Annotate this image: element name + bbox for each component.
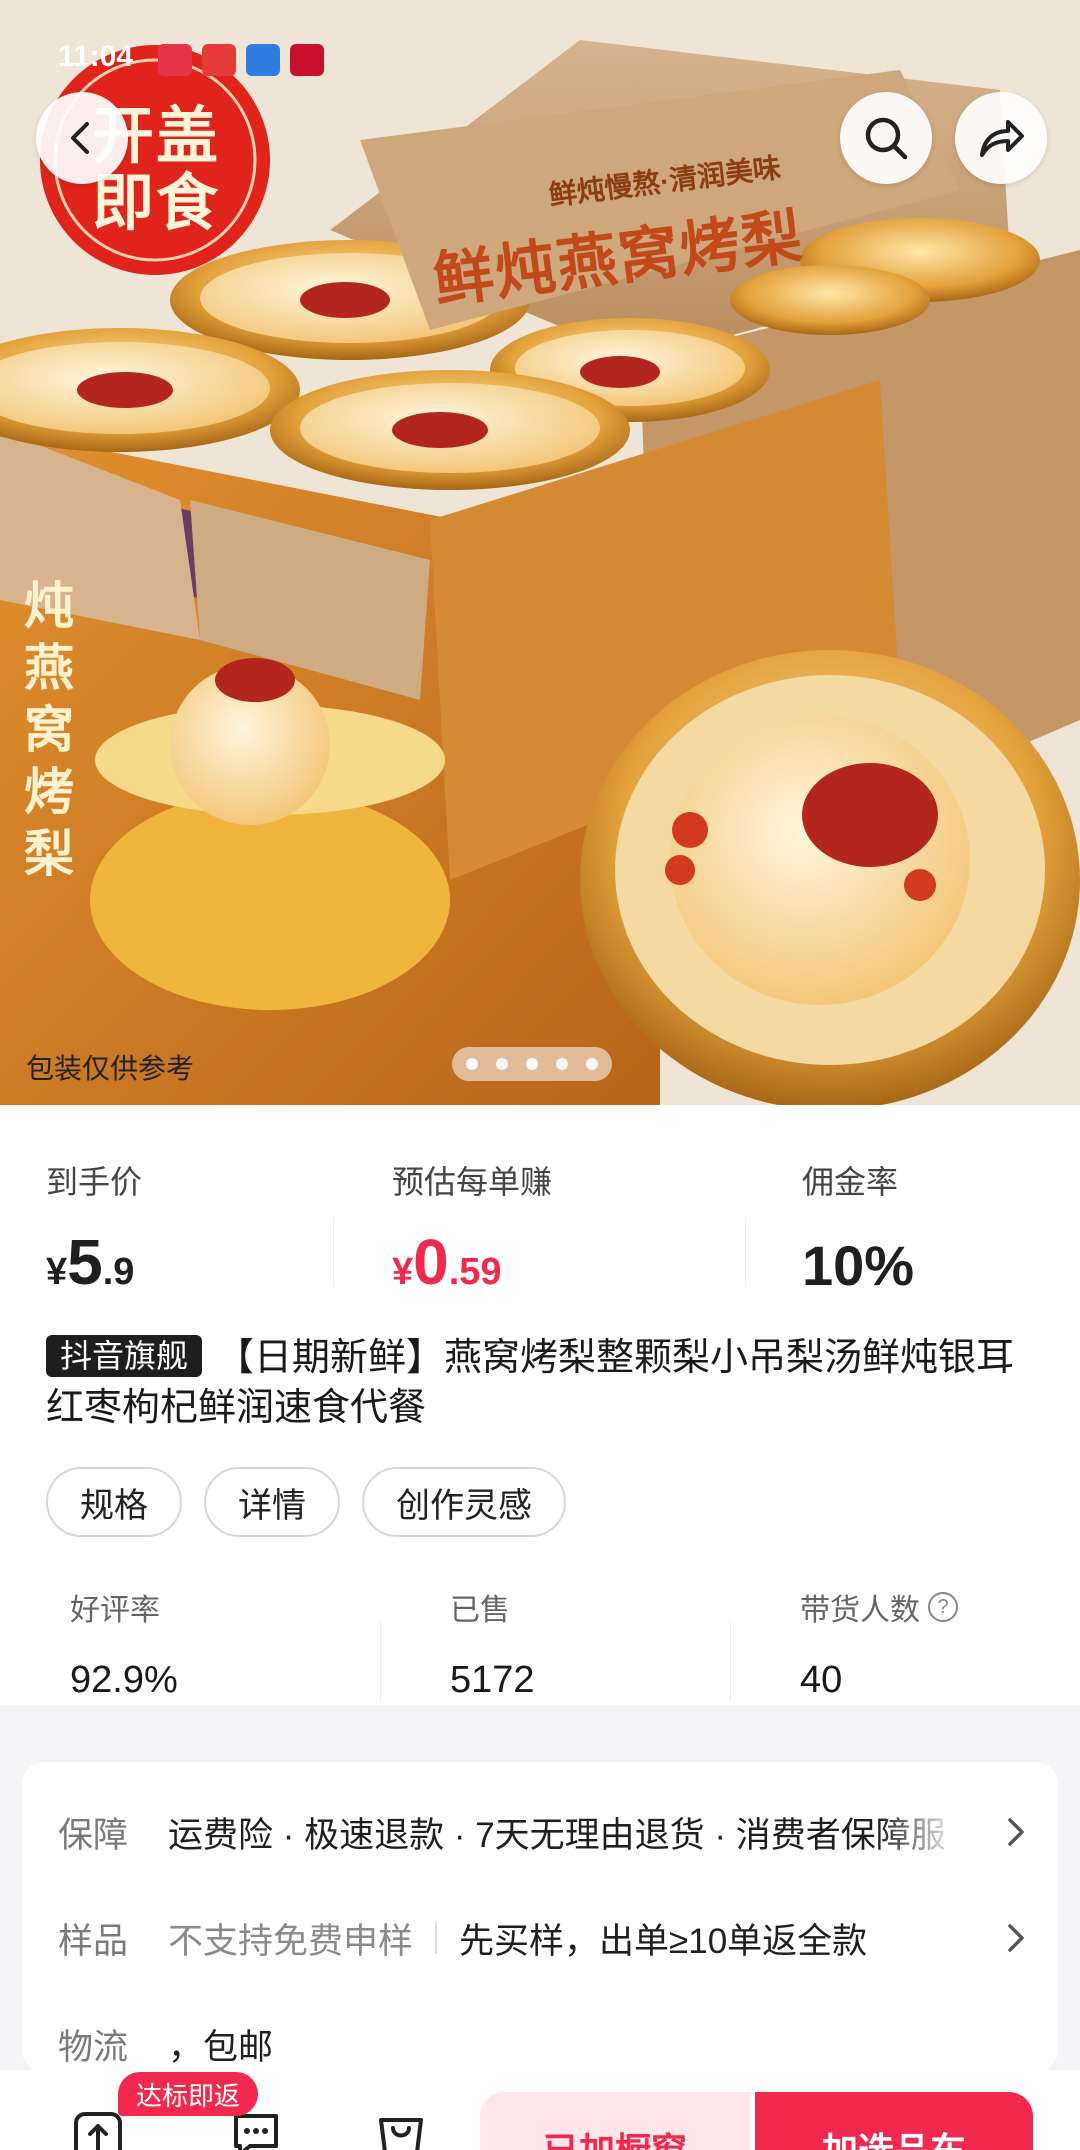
service-guarantee-card: 保障 运费险 · 极速退款 · 7天无理由退货 · 消费者保障服 样品 不支持免…: [22, 1762, 1058, 2072]
price-row: 到手价 ¥5.9 预估每单赚 ¥0.59 佣金率 10%: [0, 1157, 1080, 1299]
details-chip[interactable]: 详情: [204, 1467, 340, 1537]
divider: [333, 1217, 334, 1287]
final-price-block: 到手价 ¥5.9: [46, 1157, 142, 1299]
divider: [745, 1217, 746, 1287]
carousel-dot-active: [466, 1058, 478, 1070]
sold-value: 5172: [450, 1659, 535, 1701]
creative-inspiration-chip[interactable]: 创作灵感: [362, 1467, 566, 1537]
app-notification-icon: [202, 44, 236, 76]
logistics-row[interactable]: 物流 ，包邮: [58, 2014, 273, 2074]
logistics-key: 物流: [58, 2027, 129, 2067]
product-image-carousel[interactable]: 开盖 即食 鲜炖慢熬·清润美味 鲜炖燕窝烤梨 炖燕窝烤梨 11:04 包装仅供参…: [0, 0, 1080, 1105]
guarantee-value: 运费险 · 极速退款 · 7天无理由退货 · 消费者保障服: [168, 1815, 946, 1855]
carousel-dot: [496, 1058, 508, 1070]
sellers-stat: 带货人数 ? 40: [800, 1585, 958, 1702]
chevron-left-icon: [71, 122, 89, 154]
carousel-indicator[interactable]: [452, 1047, 612, 1081]
rating-value: 92.9%: [70, 1659, 178, 1701]
guarantee-row[interactable]: 保障 运费险 · 极速退款 · 7天无理由退货 · 消费者保障服: [58, 1802, 958, 1862]
app-notification-icon: [246, 44, 280, 76]
carousel-dot: [586, 1058, 598, 1070]
product-title: 抖音旗舰 【日期新鲜】燕窝烤梨整颗梨小吊梨汤鲜炖银耳红枣枸杞鲜润速食代餐: [46, 1333, 1046, 1433]
upload-icon[interactable]: [72, 2106, 124, 2150]
divider: [380, 1621, 381, 1701]
price-decimal: .59: [448, 1251, 502, 1293]
guarantee-key: 保障: [58, 1815, 129, 1855]
stats-row: 好评率 92.9% 已售 5172 带货人数 ? 40: [0, 1585, 1080, 1701]
earn-per-order-label: 预估每单赚: [392, 1164, 553, 1200]
added-to-showcase-button[interactable]: 已加橱窗: [480, 2092, 750, 2150]
product-info-card: 到手价 ¥5.9 预估每单赚 ¥0.59 佣金率 10% 抖音旗舰 【日期新鲜】燕…: [0, 1105, 1080, 1705]
earn-per-order-block: 预估每单赚 ¥0.59: [392, 1157, 552, 1299]
box-side-text: 炖燕窝烤梨: [24, 576, 74, 883]
carousel-dot: [556, 1058, 568, 1070]
final-price-value: ¥5.9: [46, 1225, 142, 1299]
app-notification-icon: [158, 44, 192, 76]
carousel-dot: [526, 1058, 538, 1070]
rebate-badge: 达标即返: [118, 2072, 259, 2116]
add-to-selection-cart-button[interactable]: 加选品车: [755, 2092, 1033, 2150]
sold-label: 已售: [450, 1594, 510, 1627]
sellers-value: 40: [800, 1659, 843, 1701]
final-price-label: 到手价: [46, 1164, 143, 1200]
commission-label: 佣金率: [802, 1164, 899, 1200]
commission-block: 佣金率 10%: [802, 1157, 914, 1298]
sold-stat: 已售 5172: [450, 1585, 535, 1702]
price-decimal: .9: [102, 1251, 135, 1293]
app-notification-icon: [290, 44, 324, 76]
back-button[interactable]: [36, 92, 128, 184]
spec-chip[interactable]: 规格: [46, 1467, 182, 1537]
search-button[interactable]: [840, 92, 932, 184]
price-integer: 0: [413, 1226, 449, 1298]
chevron-right-icon[interactable]: [996, 1918, 1036, 1958]
price-integer: 5: [67, 1226, 103, 1298]
status-time: 11:04: [58, 40, 134, 73]
help-icon[interactable]: ?: [928, 1592, 958, 1622]
shopping-cart-icon[interactable]: [375, 2106, 427, 2150]
packaging-disclaimer: 包装仅供参考: [26, 1053, 195, 1084]
commission-value: 10%: [802, 1234, 915, 1297]
search-icon: [865, 117, 908, 160]
rating-stat: 好评率 92.9%: [70, 1585, 178, 1702]
sample-refund-policy: 先买样，出单≥10单返全款: [459, 1921, 868, 1961]
sample-key: 样品: [58, 1921, 129, 1961]
currency-symbol: ¥: [392, 1251, 414, 1293]
share-icon: [980, 120, 1024, 157]
sellers-label: 带货人数: [800, 1594, 920, 1627]
rating-label: 好评率: [70, 1594, 160, 1627]
status-notification-icons: [158, 44, 324, 76]
chevron-right-icon[interactable]: [996, 1812, 1036, 1852]
currency-symbol: ¥: [46, 1251, 68, 1293]
divider: [435, 1922, 438, 1954]
sample-free-status: 不支持免费申样: [168, 1921, 414, 1961]
logistics-value: ，包邮: [168, 2027, 274, 2067]
divider: [730, 1621, 731, 1701]
share-button[interactable]: [955, 92, 1047, 184]
earn-per-order-value: ¥0.59: [392, 1225, 552, 1299]
flagship-badge: 抖音旗舰: [46, 1335, 203, 1377]
sample-row[interactable]: 样品 不支持免费申样 先买样，出单≥10单返全款: [58, 1908, 867, 1968]
sellers-label-row: 带货人数 ?: [800, 1585, 958, 1629]
detail-chips: 规格 详情 创作灵感: [46, 1467, 566, 1537]
